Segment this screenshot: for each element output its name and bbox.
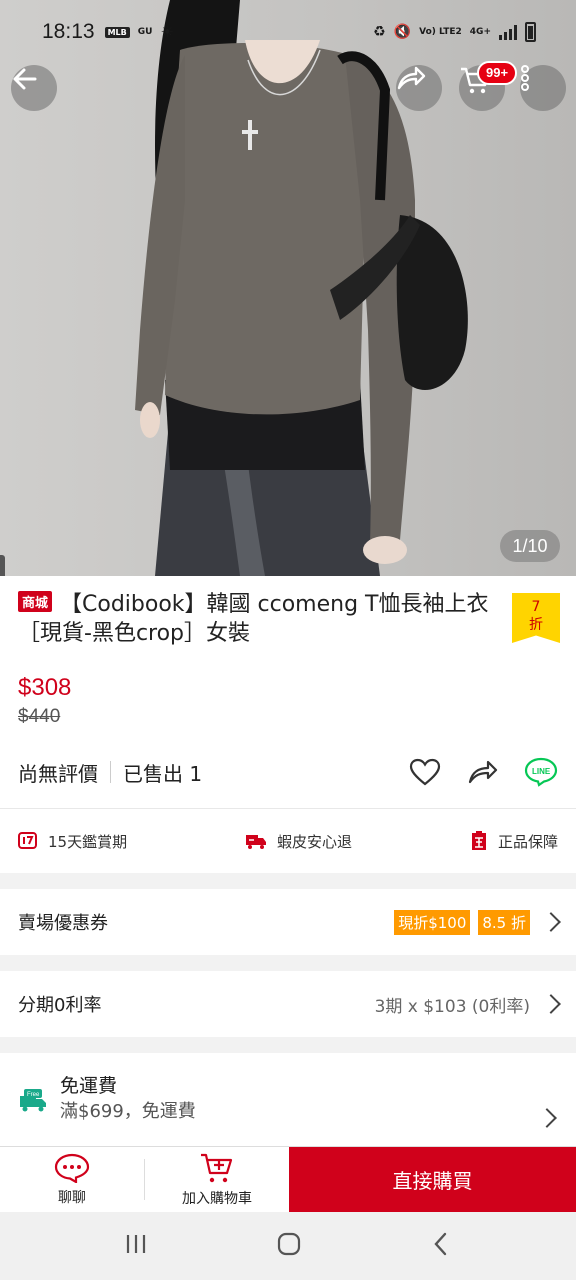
guarantee-return[interactable]: 蝦皮安心退 <box>245 831 352 852</box>
discount-unit: 折 <box>529 617 543 633</box>
product-image[interactable]: 18:13 MLB GU ☀ ♻ 🔇 Vo) LTE2 4G+ 99+ 1/10 <box>0 0 576 576</box>
heart-icon <box>409 758 441 786</box>
guarantee-appreciation[interactable]: 15天鑑賞期 <box>18 831 127 852</box>
coupon-badge: 現折$100 <box>394 909 471 935</box>
status-left-icons: MLB GU ☀ <box>104 23 174 41</box>
free-shipping-icon: Free <box>20 1089 46 1112</box>
system-back-button[interactable] <box>430 1231 452 1261</box>
chevron-right-icon <box>541 912 561 932</box>
product-info: 商城 【Codibook】韓國 ccomeng T恤長袖上衣［現貨-黑色crop］… <box>0 576 576 1153</box>
arrow-left-icon <box>13 68 37 90</box>
home-icon <box>277 1232 301 1256</box>
section-gap <box>0 1037 576 1053</box>
chat-button[interactable]: 聊聊 <box>0 1147 144 1212</box>
shipping-subtitle: 滿$699，免運費 <box>60 1101 196 1122</box>
share-icon <box>468 760 498 784</box>
discount-flag: 7 折 <box>512 593 560 643</box>
add-to-cart-label: 加入購物車 <box>182 1190 252 1207</box>
shop-coupon-row[interactable]: 賣場優惠券 現折$100 8.5 折 <box>0 889 576 955</box>
mlb-app-icon: MLB <box>104 26 130 38</box>
chevron-left-icon <box>434 1232 447 1256</box>
seven-day-icon <box>18 832 37 849</box>
image-counter: 1/10 <box>500 530 560 562</box>
section-gap <box>0 955 576 971</box>
discount-number: 7 <box>531 599 541 615</box>
installment-label: 分期0利率 <box>18 995 102 1016</box>
status-time: 18:13 <box>42 20 95 43</box>
mute-icon: 🔇 <box>393 24 412 40</box>
guarantee-label: 蝦皮安心退 <box>277 832 353 851</box>
weather-icon: ☀ <box>160 23 174 41</box>
return-truck-icon <box>246 835 267 849</box>
chevron-right-icon <box>537 1108 557 1128</box>
recent-apps-button[interactable] <box>124 1232 148 1260</box>
line-share-button[interactable]: LINE <box>524 755 558 789</box>
rating-row: 尚無評價 已售出 1 LINE <box>0 744 576 800</box>
network-type: 4G+ <box>469 26 491 37</box>
recent-apps-icon <box>126 1235 146 1253</box>
original-price: $440 <box>18 706 61 727</box>
installment-row[interactable]: 分期0利率 3期 x $103 (0利率) <box>0 971 576 1037</box>
battery-icon <box>525 22 536 42</box>
authentic-icon <box>471 831 486 850</box>
shipping-row[interactable]: Free 免運費 滿$699，免運費 <box>0 1053 576 1153</box>
shop-coupon-label: 賣場優惠券 <box>18 913 108 934</box>
rating-text[interactable]: 尚無評價 <box>18 758 98 787</box>
current-price: $308 <box>18 674 72 701</box>
cart-count-badge: 99+ <box>477 61 518 85</box>
status-right-icons: ♻ 🔇 Vo) LTE2 4G+ <box>373 22 536 42</box>
like-button[interactable] <box>408 755 442 789</box>
free-tag: Free <box>27 1092 40 1098</box>
system-navigation-bar <box>0 1212 576 1280</box>
volte-indicator: Vo) LTE2 <box>419 26 462 37</box>
shipping-title: 免運費 <box>60 1075 118 1097</box>
add-to-cart-button[interactable]: 加入購物車 <box>145 1147 289 1212</box>
home-button[interactable] <box>276 1231 302 1261</box>
sold-count: 已售出 1 <box>123 761 203 786</box>
section-gap <box>0 873 576 889</box>
battery-saver-icon: ♻ <box>373 24 386 40</box>
line-icon: LINE <box>524 757 558 787</box>
guarantee-authentic[interactable]: 正品保障 <box>470 831 558 852</box>
coupon-badge: 8.5 折 <box>478 909 530 935</box>
bottom-action-bar: 聊聊 加入購物車 直接購買 <box>0 1146 576 1212</box>
mall-tag: 商城 <box>18 591 53 612</box>
guarantee-label: 正品保障 <box>497 832 558 851</box>
title-row: 商城 【Codibook】韓國 ccomeng T恤長袖上衣［現貨-黑色crop］… <box>0 576 576 648</box>
share-product-button[interactable] <box>466 755 500 789</box>
svg-text:LINE: LINE <box>532 767 551 776</box>
more-button[interactable] <box>520 65 566 111</box>
guarantee-label: 15天鑑賞期 <box>48 832 128 851</box>
guarantee-row[interactable]: 15天鑑賞期 蝦皮安心退 正品保障 <box>0 809 576 873</box>
share-arrow-icon <box>397 66 426 90</box>
cart-button[interactable]: 99+ <box>459 61 518 111</box>
back-button[interactable] <box>11 65 57 111</box>
chat-icon <box>54 1153 90 1183</box>
divider <box>110 761 111 783</box>
installment-value: 3期 x $103 (0利率) <box>374 996 530 1017</box>
buy-now-button[interactable]: 直接購買 <box>289 1147 576 1212</box>
product-title: 【Codibook】韓國 ccomeng T恤長袖上衣［現貨-黑色crop］女裝 <box>18 592 489 646</box>
add-cart-icon <box>201 1153 233 1182</box>
signal-icon <box>499 24 517 40</box>
chevron-right-icon <box>541 994 561 1014</box>
more-vertical-icon <box>521 65 529 91</box>
status-bar: 18:13 MLB GU ☀ ♻ 🔇 Vo) LTE2 4G+ <box>0 0 576 64</box>
share-button[interactable] <box>396 65 442 111</box>
gu-app-icon: GU <box>137 27 153 37</box>
chat-label: 聊聊 <box>58 1189 86 1206</box>
